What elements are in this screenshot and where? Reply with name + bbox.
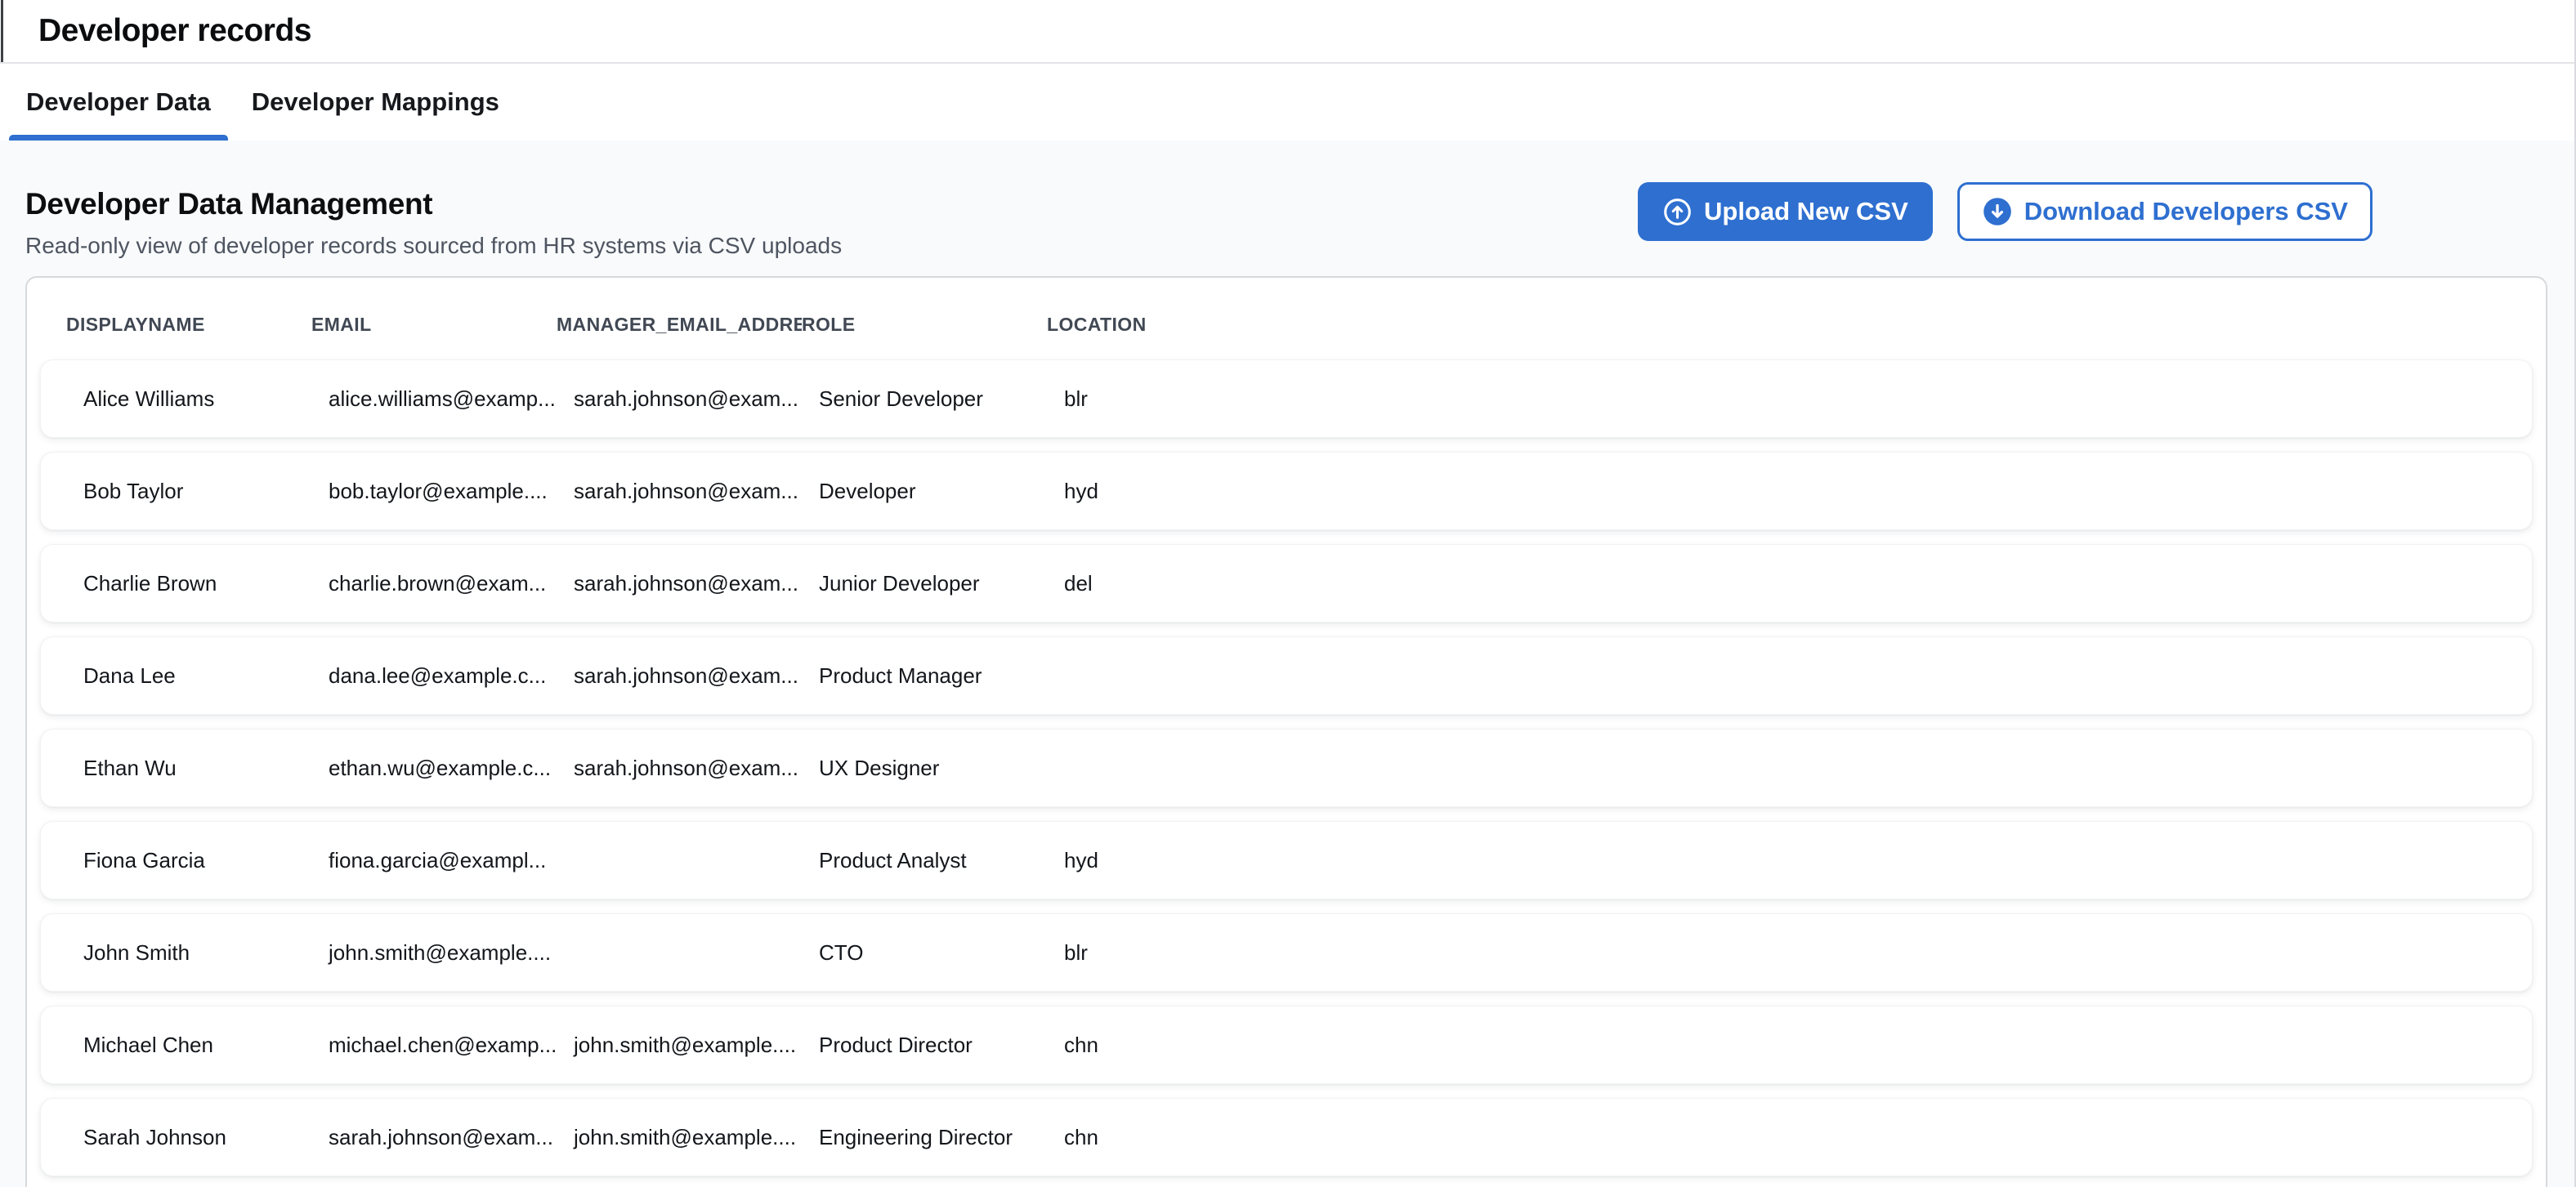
cell-manager-email: sarah.johnson@exam... [574,479,819,504]
cell-role: Developer [819,479,1064,504]
cell-location: blr [1064,940,2489,966]
table-row: John Smith john.smith@example.... CTO bl… [40,913,2533,992]
cell-email: sarah.johnson@exam... [329,1125,574,1150]
tab-panel-developer-data: Developer Data Management Read-only view… [0,141,2576,1187]
download-developers-csv-button[interactable]: Download Developers CSV [1957,182,2373,241]
developer-table: DISPLAYNAME EMAIL MANAGER_EMAIL_ADDRE...… [25,276,2547,1187]
cell-displayname: Charlie Brown [83,571,329,596]
table-row: Charlie Brown charlie.brown@exam... sara… [40,544,2533,623]
upload-button-label: Upload New CSV [1704,197,1908,226]
left-edge-divider [1,0,3,62]
cell-displayname: John Smith [83,940,329,966]
table-header-row: DISPLAYNAME EMAIL MANAGER_EMAIL_ADDRE...… [27,278,2546,359]
cell-manager-email: john.smith@example.... [574,1125,819,1150]
upload-new-csv-button[interactable]: Upload New CSV [1638,182,1933,241]
cell-role: Product Manager [819,663,1064,689]
column-header-role: ROLE [802,314,1047,336]
table-row: Ethan Wu ethan.wu@example.c... sarah.joh… [40,729,2533,807]
cell-email: dana.lee@example.c... [329,663,574,689]
cell-role: UX Designer [819,756,1064,781]
cell-displayname: Fiona Garcia [83,848,329,873]
action-buttons: Upload New CSV Download Developers CSV [1638,182,2373,241]
cell-displayname: Michael Chen [83,1033,329,1058]
download-button-label: Download Developers CSV [2024,197,2348,226]
tab-developer-data[interactable]: Developer Data [9,64,228,141]
table-row: Bob Taylor bob.taylor@example.... sarah.… [40,452,2533,530]
column-header-displayname: DISPLAYNAME [66,314,311,336]
cell-role: CTO [819,940,1064,966]
column-header-email: EMAIL [311,314,557,336]
section-heading: Developer Data Management [25,186,842,222]
cell-location: hyd [1064,848,2489,873]
cell-role: Engineering Director [819,1125,1064,1150]
table-row: Dana Lee dana.lee@example.c... sarah.joh… [40,636,2533,715]
arrow-up-circle-icon [1662,197,1693,227]
cell-displayname: Sarah Johnson [83,1125,329,1150]
tab-developer-data-label: Developer Data [26,87,211,117]
cell-role: Junior Developer [819,571,1064,596]
table-row: Michael Chen michael.chen@examp... john.… [40,1006,2533,1084]
table-row: Alice Williams alice.williams@examp... s… [40,359,2533,438]
cell-email: bob.taylor@example.... [329,479,574,504]
section-text: Developer Data Management Read-only view… [25,186,842,260]
cell-manager-email: sarah.johnson@exam... [574,756,819,781]
cell-email: alice.williams@examp... [329,386,574,412]
arrow-down-circle-icon [1982,196,2013,227]
cell-displayname: Dana Lee [83,663,329,689]
cell-role: Product Analyst [819,848,1064,873]
cell-role: Senior Developer [819,386,1064,412]
cell-location: blr [1064,386,2489,412]
cell-displayname: Ethan Wu [83,756,329,781]
table-body: Alice Williams alice.williams@examp... s… [27,359,2546,1176]
tab-developer-mappings[interactable]: Developer Mappings [235,64,517,141]
section-header: Developer Data Management Read-only view… [0,141,2576,260]
column-header-location: LOCATION [1047,314,2507,336]
cell-email: charlie.brown@exam... [329,571,574,596]
cell-location: chn [1064,1033,2489,1058]
cell-manager-email: sarah.johnson@exam... [574,386,819,412]
app-root: Developer records Developer Data Develop… [0,0,2576,1187]
cell-location: chn [1064,1125,2489,1150]
page-title: Developer records [38,13,311,49]
cell-email: ethan.wu@example.c... [329,756,574,781]
cell-email: michael.chen@examp... [329,1033,574,1058]
cell-email: fiona.garcia@exampl... [329,848,574,873]
cell-manager-email: sarah.johnson@exam... [574,663,819,689]
column-header-manager-email: MANAGER_EMAIL_ADDRE... [557,314,802,336]
cell-role: Product Director [819,1033,1064,1058]
page-header: Developer records [0,0,2576,64]
table-row: Sarah Johnson sarah.johnson@exam... john… [40,1098,2533,1176]
cell-manager-email: john.smith@example.... [574,1033,819,1058]
cell-location: hyd [1064,479,2489,504]
cell-manager-email: sarah.johnson@exam... [574,571,819,596]
tab-bar: Developer Data Developer Mappings [0,64,2576,141]
section-description: Read-only view of developer records sour… [25,232,842,260]
table-row: Fiona Garcia fiona.garcia@exampl... Prod… [40,821,2533,899]
tab-developer-mappings-label: Developer Mappings [252,87,499,117]
cell-displayname: Alice Williams [83,386,329,412]
cell-location: del [1064,571,2489,596]
cell-displayname: Bob Taylor [83,479,329,504]
cell-email: john.smith@example.... [329,940,574,966]
